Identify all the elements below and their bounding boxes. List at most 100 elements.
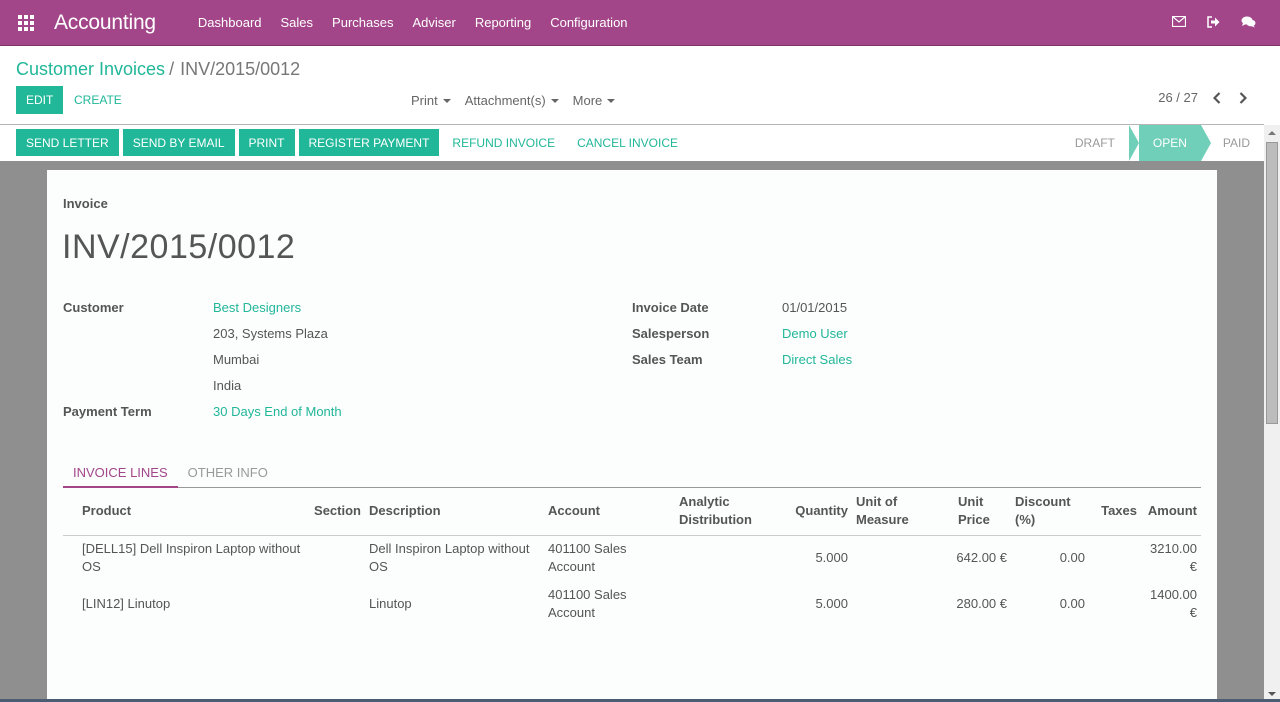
chat-bubbles-icon[interactable] [1241, 14, 1256, 29]
app-title: Accounting [54, 10, 156, 34]
column-header-taxes[interactable]: Taxes [1089, 488, 1141, 536]
column-header-unit-price[interactable]: Unit Price [948, 488, 1011, 536]
header-buttons: Send Letter Send by Email Print Register… [16, 129, 687, 156]
cell-taxes [1089, 535, 1141, 581]
document-type-label: Invoice [63, 196, 108, 211]
salesperson-link[interactable]: Demo User [782, 326, 848, 341]
print-dropdown-label: Print [411, 93, 438, 108]
menu-item-sales[interactable]: Sales [281, 15, 314, 30]
stage-paid-label: Paid [1222, 136, 1250, 150]
cell-product: [DELL15] Dell Inspiron Laptop without OS [82, 541, 301, 575]
cell-discount: 0.00 [1059, 550, 1085, 566]
chevron-right-icon[interactable] [1236, 91, 1250, 104]
caret-down-icon [607, 98, 616, 103]
sales-team-label: Sales Team [632, 352, 703, 367]
column-header-amount[interactable]: Amount [1141, 488, 1201, 536]
cell-unit-price: 642.00 € [956, 550, 1007, 566]
cancel-invoice-button[interactable]: Cancel Invoice [568, 129, 687, 156]
tab-invoice-lines[interactable]: Invoice Lines [63, 462, 178, 488]
salesperson-label: Salesperson [632, 326, 710, 341]
customer-label: Customer [63, 300, 124, 315]
payment-term-label: Payment Term [63, 404, 152, 419]
cell-section [310, 581, 365, 627]
cell-description: Dell Inspiron Laptop without OS [369, 541, 530, 575]
pager-value: 26 / 27 [1158, 90, 1198, 105]
stage-open: Open [1128, 125, 1211, 161]
attachments-dropdown[interactable]: Attachment(s) [465, 93, 559, 108]
menu-item-adviser[interactable]: Adviser [412, 15, 455, 30]
cell-amount: 1400.00 € [1150, 587, 1197, 620]
menu-item-purchases[interactable]: Purchases [332, 15, 393, 30]
breadcrumb-separator: / [169, 59, 175, 79]
cell-unit-price: 280.00 € [956, 596, 1007, 611]
column-header-account[interactable]: Account [544, 488, 675, 536]
breadcrumb-current: INV/2015/0012 [180, 59, 301, 79]
sales-team-link[interactable]: Direct Sales [782, 352, 852, 367]
customer-link[interactable]: Best Designers [213, 300, 301, 315]
more-dropdown-label: More [572, 93, 603, 108]
edit-button[interactable]: Edit [16, 86, 64, 114]
payment-term-link[interactable]: 30 Days End of Month [213, 404, 342, 419]
invoice-date-label: Invoice Date [632, 300, 709, 315]
form-sheet: Invoice INV/2015/0012 Customer Best Desi… [47, 170, 1217, 702]
menu-item-dashboard[interactable]: Dashboard [198, 15, 262, 30]
caret-down-icon [442, 98, 451, 103]
invoice-date-value: 01/01/2015 [782, 300, 848, 315]
cell-amount: 3210.00 € [1150, 541, 1197, 575]
column-header-quantity[interactable]: Quantity [790, 488, 852, 536]
send-by-email-button[interactable]: Send by Email [122, 129, 235, 156]
menu-item-reporting[interactable]: Reporting [475, 15, 531, 30]
table-header-row: Product Section Description Account Anal… [63, 488, 1201, 536]
column-header-product[interactable]: Product [63, 488, 310, 536]
cell-quantity: 5.000 [815, 596, 848, 611]
caret-down-icon [550, 98, 559, 103]
sign-out-icon[interactable] [1206, 14, 1221, 29]
scroll-up-arrow-icon[interactable] [1268, 131, 1276, 135]
create-button[interactable]: Create [64, 86, 132, 114]
cell-uom [852, 535, 948, 581]
notebook-tabs: Invoice Lines Other Info [63, 462, 1201, 488]
column-header-description[interactable]: Description [365, 488, 544, 536]
cell-quantity: 5.000 [815, 550, 848, 566]
cell-analytic [675, 581, 790, 627]
stage-draft-label: Draft [1074, 136, 1115, 150]
menu-item-configuration[interactable]: Configuration [550, 15, 627, 30]
table-row[interactable]: [LIN12] Linutop Linutop 401100 Sales Acc… [63, 581, 1201, 627]
customer-address-line1: 203, Systems Plaza [213, 326, 328, 341]
cell-taxes [1089, 581, 1141, 627]
scroll-down-arrow-icon[interactable] [1268, 692, 1276, 696]
column-header-discount[interactable]: Discount (%) [1011, 488, 1089, 536]
print-button[interactable]: Print [238, 129, 295, 156]
attachments-dropdown-label: Attachment(s) [464, 93, 546, 108]
stage-draft: Draft [1061, 125, 1129, 161]
envelope-icon[interactable] [1171, 14, 1186, 29]
table-row[interactable]: [DELL15] Dell Inspiron Laptop without OS… [63, 535, 1201, 581]
breadcrumb: Customer Invoices / INV/2015/0012 [16, 59, 300, 80]
tab-other-info[interactable]: Other Info [178, 462, 278, 488]
cell-discount: 0.00 [1059, 596, 1085, 611]
cell-account: 401100 Sales Account [548, 587, 627, 620]
column-header-section[interactable]: Section [310, 488, 365, 536]
refund-invoice-button[interactable]: Refund Invoice [443, 129, 564, 156]
apps-grid-icon[interactable] [18, 14, 34, 31]
stage-paid: Paid [1201, 125, 1264, 161]
scrollbar-thumb[interactable] [1266, 142, 1278, 424]
print-dropdown[interactable]: Print [411, 93, 451, 108]
main-menu: Dashboard Sales Purchases Adviser Report… [198, 15, 647, 30]
cell-uom [852, 581, 948, 627]
vertical-scrollbar[interactable] [1264, 125, 1280, 702]
chevron-left-icon[interactable] [1210, 91, 1224, 104]
send-letter-button[interactable]: Send Letter [16, 129, 119, 156]
cell-product: [LIN12] Linutop [82, 596, 171, 611]
cell-section [310, 535, 365, 581]
status-stages: Draft Open Paid [1061, 125, 1264, 161]
more-dropdown[interactable]: More [573, 93, 616, 108]
top-navbar: Accounting Dashboard Sales Purchases Adv… [0, 0, 1280, 46]
column-header-unit-of-measure[interactable]: Unit of Measure [852, 488, 948, 536]
cell-analytic [675, 535, 790, 581]
cell-description: Linutop [369, 596, 412, 611]
register-payment-button[interactable]: Register Payment [298, 129, 440, 156]
breadcrumb-parent-link[interactable]: Customer Invoices [16, 59, 165, 79]
column-header-analytic-distribution[interactable]: Analytic Distribution [675, 488, 790, 536]
invoice-lines-table: Product Section Description Account Anal… [63, 488, 1201, 627]
